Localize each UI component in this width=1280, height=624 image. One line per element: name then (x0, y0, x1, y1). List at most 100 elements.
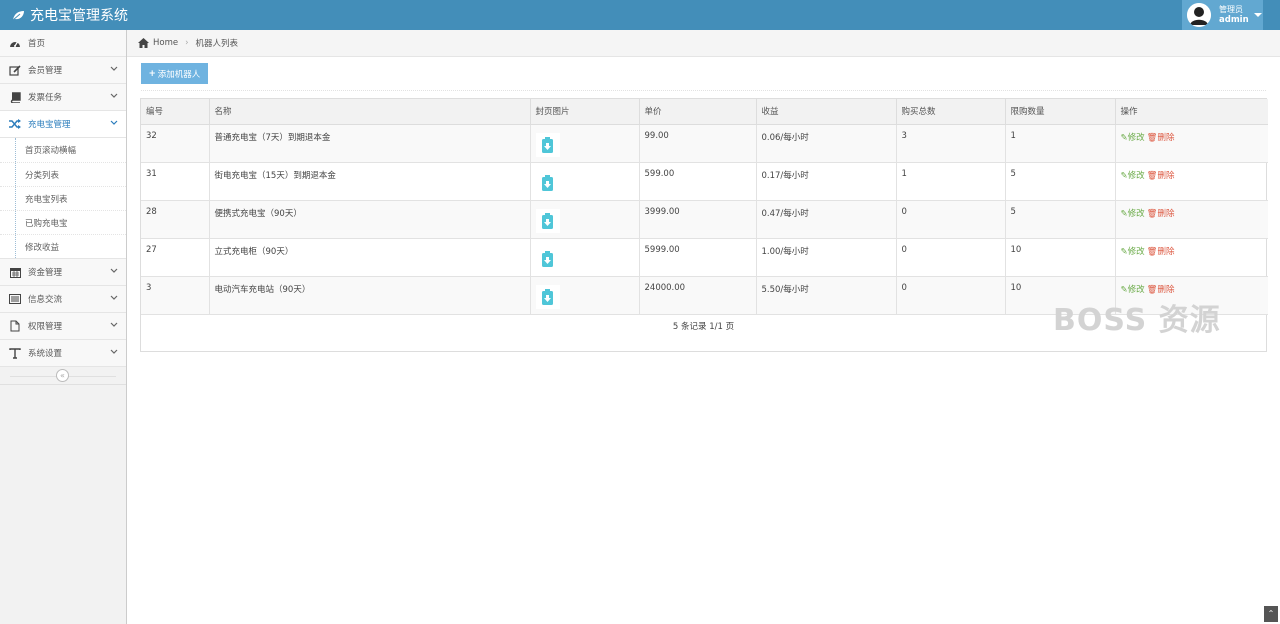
cell-income: 5.50/每小时 (756, 276, 897, 315)
sidebar-item-label: 发票任务 (28, 93, 63, 103)
delete-link[interactable]: 🗑删除 (1147, 133, 1175, 143)
cell-actions: ✎修改 🗑删除 (1115, 124, 1268, 163)
cell-actions: ✎修改 🗑删除 (1115, 238, 1268, 277)
book-icon (8, 90, 22, 104)
cell-cover (530, 238, 640, 277)
submenu-item-powerbank-list[interactable]: 充电宝列表 (0, 186, 126, 210)
divider (141, 90, 1266, 91)
cell-id: 32 (141, 124, 210, 163)
shuffle-icon (8, 117, 22, 131)
pencil-icon: ✎ (1120, 170, 1128, 181)
chevron-down-icon (110, 349, 118, 354)
delete-link[interactable]: 🗑删除 (1147, 209, 1175, 219)
edit-link[interactable]: ✎修改 (1121, 247, 1145, 257)
delete-link[interactable]: 🗑删除 (1147, 247, 1175, 257)
cell-price: 5999.00 (639, 238, 757, 277)
battery-icon[interactable] (535, 246, 560, 271)
column-header: 购买总数 (896, 99, 1006, 125)
submenu-item-banner[interactable]: 首页滚动横幅 (0, 138, 126, 162)
sidebar-item-home[interactable]: 首页 (0, 30, 126, 57)
cell-limit: 5 (1005, 162, 1116, 201)
avatar (1187, 3, 1211, 27)
cell-limit: 1 (1005, 124, 1116, 163)
table-row: 28 便携式充电宝（90天） 3999.00 0.47/每小时 0 5 ✎修改 🗑… (141, 200, 1268, 239)
submenu-item-categories[interactable]: 分类列表 (0, 162, 126, 186)
cell-price: 599.00 (639, 162, 757, 201)
app-title: 充电宝管理系统 (30, 8, 128, 24)
sidebar-item-label: 资金管理 (28, 268, 63, 278)
cell-name: 便携式充电宝（90天） (209, 200, 531, 239)
cell-total: 0 (896, 200, 1006, 239)
cell-total: 0 (896, 238, 1006, 277)
user-name: admin (1219, 15, 1249, 25)
cell-cover (530, 200, 640, 239)
breadcrumb-home[interactable]: Home (153, 38, 178, 48)
pencil-icon: ✎ (1120, 246, 1128, 257)
sidebar-item-powerbank[interactable]: 充电宝管理 (0, 111, 126, 138)
sidebar-item-label: 首页 (28, 39, 46, 49)
sidebar-item-finance[interactable]: 资金管理 (0, 259, 126, 286)
edit-link[interactable]: ✎修改 (1121, 209, 1145, 219)
top-navbar: 充电宝管理系统 管理员 admin (0, 0, 1280, 30)
cell-income: 0.17/每小时 (756, 162, 897, 201)
trash-icon: 🗑 (1146, 284, 1158, 295)
sidebar-item-settings[interactable]: 系统设置 (0, 340, 126, 367)
chevron-down-icon (110, 295, 118, 300)
column-header: 操作 (1115, 99, 1268, 125)
chevron-down-icon (110, 268, 118, 273)
battery-icon[interactable] (535, 132, 560, 157)
sidebar-item-label: 充电宝管理 (28, 120, 71, 130)
cell-actions: ✎修改 🗑删除 (1115, 200, 1268, 239)
cell-total: 0 (896, 276, 1006, 315)
sidebar-item-label: 会员管理 (28, 66, 63, 76)
user-menu[interactable]: 管理员 admin (1182, 0, 1263, 30)
cell-id: 28 (141, 200, 210, 239)
cell-name: 立式充电柜（90天） (209, 238, 531, 277)
edit-icon (8, 63, 22, 77)
cell-name: 普通充电宝（7天）到期退本金 (209, 124, 531, 163)
calendar-icon (8, 265, 22, 279)
cell-limit: 5 (1005, 200, 1116, 239)
edit-link[interactable]: ✎修改 (1121, 171, 1145, 181)
battery-icon[interactable] (535, 208, 560, 233)
cell-price: 99.00 (639, 124, 757, 163)
scroll-top-button[interactable]: ⌃ (1264, 606, 1278, 622)
chevron-down-icon (110, 93, 118, 98)
cell-income: 0.06/每小时 (756, 124, 897, 163)
sidebar-item-members[interactable]: 会员管理 (0, 57, 126, 84)
chevron-down-icon (110, 120, 118, 125)
cell-price: 3999.00 (639, 200, 757, 239)
column-header: 封页图片 (530, 99, 640, 125)
sidebar-item-permissions[interactable]: 权限管理 (0, 313, 126, 340)
edit-link[interactable]: ✎修改 (1121, 133, 1145, 143)
cell-cover (530, 276, 640, 315)
delete-link[interactable]: 🗑删除 (1147, 285, 1175, 295)
pencil-icon: ✎ (1120, 132, 1128, 143)
delete-link[interactable]: 🗑删除 (1147, 171, 1175, 181)
table-row: 31 街电充电宝（15天）到期退本金 599.00 0.17/每小时 1 5 ✎… (141, 162, 1268, 201)
double-chevron-left-icon[interactable]: « (56, 369, 69, 382)
edit-link[interactable]: ✎修改 (1121, 285, 1145, 295)
cell-total: 3 (896, 124, 1006, 163)
cell-cover (530, 162, 640, 201)
battery-icon[interactable] (535, 170, 560, 195)
watermark: BOSS 资源 (1053, 303, 1221, 338)
add-robot-label: 添加机器人 (157, 69, 201, 80)
sidebar-item-tasks[interactable]: 发票任务 (0, 84, 126, 111)
column-header: 收益 (756, 99, 897, 125)
chevron-down-icon (110, 66, 118, 71)
submenu-item-edit-income[interactable]: 修改收益 (0, 234, 126, 258)
breadcrumb-current: 机器人列表 (195, 39, 239, 49)
add-robot-button[interactable]: + 添加机器人 (141, 63, 208, 84)
sidebar-item-messages[interactable]: 信息交流 (0, 286, 126, 313)
double-chevron-up-icon: ⌃ (1267, 609, 1275, 618)
list-icon (8, 292, 22, 306)
submenu-item-purchased[interactable]: 已购充电宝 (0, 210, 126, 234)
cell-total: 1 (896, 162, 1006, 201)
caret-down-icon (1253, 13, 1262, 17)
battery-icon[interactable] (535, 284, 560, 309)
breadcrumb-separator-icon: › (185, 38, 189, 48)
brand[interactable]: 充电宝管理系统 (12, 0, 128, 30)
cell-income: 1.00/每小时 (756, 238, 897, 277)
chevron-down-icon (110, 322, 118, 327)
